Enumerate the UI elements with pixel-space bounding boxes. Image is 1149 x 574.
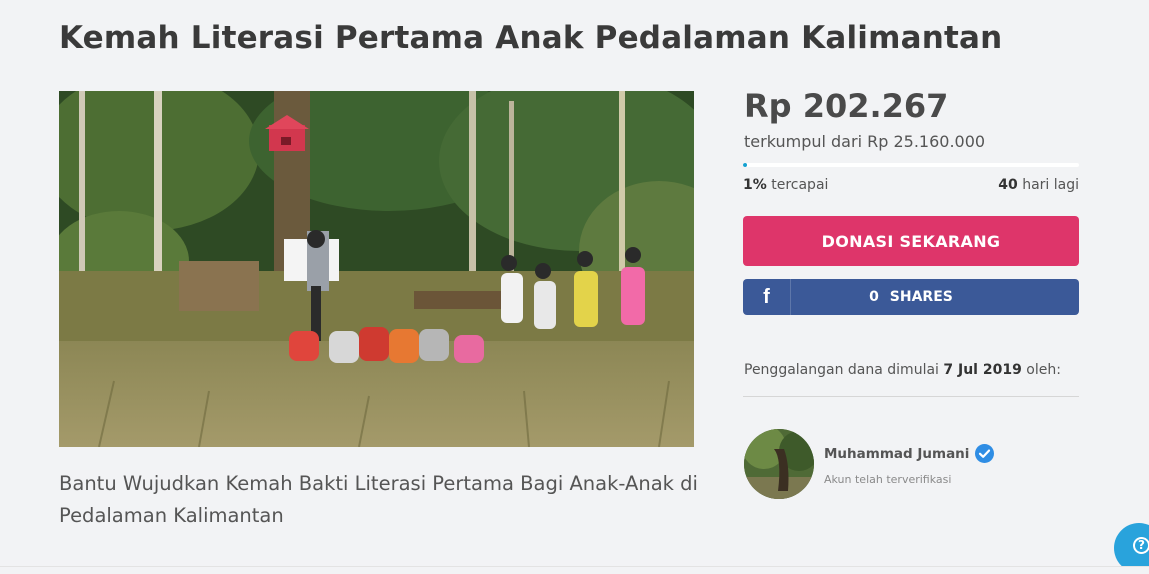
verified-check-icon — [975, 444, 995, 463]
share-count: 0 — [869, 289, 879, 305]
started-suffix: oleh: — [1026, 362, 1061, 378]
days-suffix: hari lagi — [1022, 177, 1079, 193]
percent-value: 1% — [743, 177, 767, 193]
question-icon: ? — [1133, 537, 1149, 554]
organizer-avatar[interactable] — [744, 429, 814, 499]
organizer-name[interactable]: Muhammad Jumani — [824, 446, 969, 462]
donate-button[interactable]: DONASI SEKARANG — [743, 216, 1079, 266]
organizer-verified-status: Akun telah terverifikasi — [824, 473, 952, 486]
facebook-share-button[interactable]: f 0 SHARES — [743, 279, 1079, 315]
facebook-icon: f — [743, 279, 791, 315]
divider — [743, 396, 1079, 397]
organizer-avatar-image — [744, 429, 814, 499]
fundraising-started: Penggalangan dana dimulai 7 Jul 2019 ole… — [744, 362, 1061, 378]
organizer-name-row: Muhammad Jumani — [824, 444, 995, 463]
page-bottom-border — [0, 566, 1149, 574]
campaign-title: Kemah Literasi Pertama Anak Pedalaman Ka… — [59, 20, 1003, 56]
percent-achieved: 1% tercapai — [743, 177, 828, 193]
funding-progress-fill — [743, 163, 748, 167]
funding-progress-bar — [743, 163, 1079, 167]
share-label: SHARES — [889, 289, 953, 305]
campaign-photo-image — [59, 91, 694, 447]
started-prefix: Penggalangan dana dimulai — [744, 362, 939, 378]
target-amount: terkumpul dari Rp 25.160.000 — [744, 132, 986, 151]
share-count-label: 0 SHARES — [791, 289, 1079, 305]
started-date: 7 Jul 2019 — [943, 362, 1022, 378]
campaign-description: Bantu Wujudkan Kemah Bakti Literasi Pert… — [59, 472, 698, 527]
campaign-photo — [59, 91, 694, 447]
collected-amount: Rp 202.267 — [744, 87, 949, 125]
days-remaining: 40 hari lagi — [998, 177, 1079, 193]
days-value: 40 — [998, 177, 1018, 193]
percent-suffix: tercapai — [771, 177, 829, 193]
